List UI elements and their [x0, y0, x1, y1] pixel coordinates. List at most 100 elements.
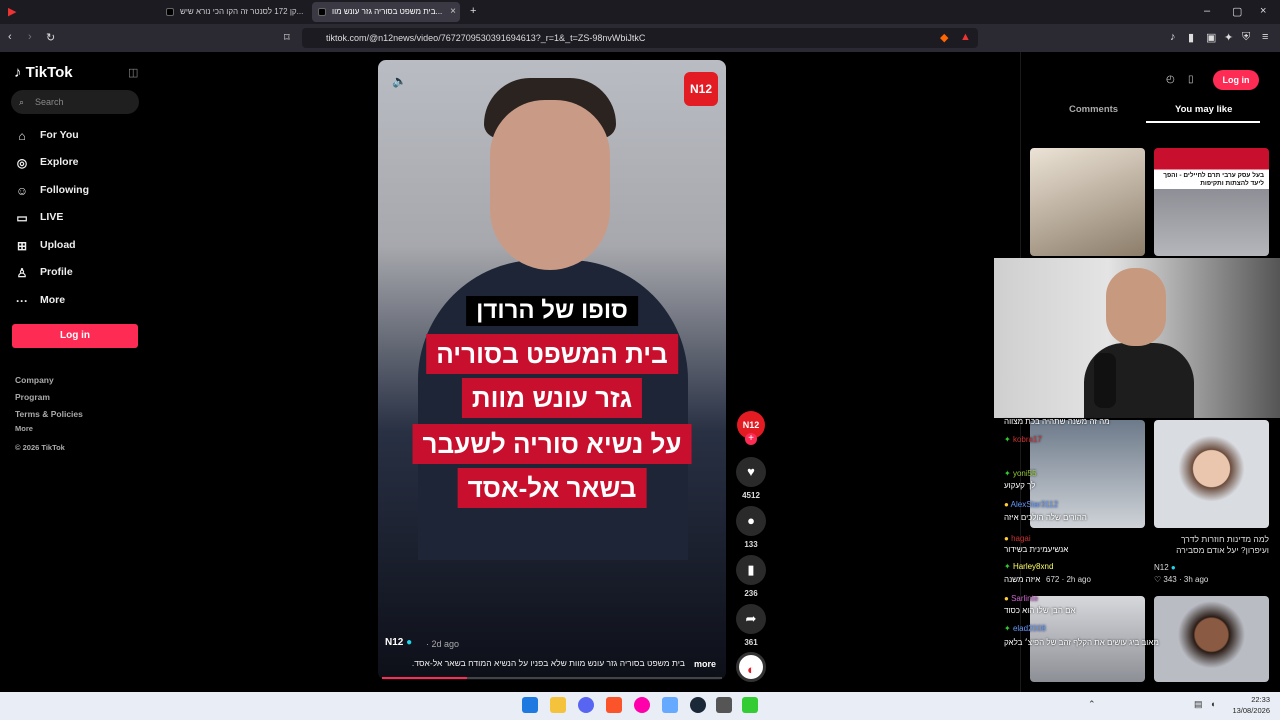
like-button[interactable]: ♥ — [736, 457, 766, 487]
close-window-icon[interactable]: × — [1260, 5, 1266, 17]
tiktok-favicon-icon — [166, 8, 174, 16]
video-description: בית משפט בסוריה גזר עונש מוות שלא בפניו … — [411, 658, 685, 668]
footer-link-program[interactable]: Program — [15, 392, 50, 402]
browser-tab-inactive[interactable]: קן 172 לסנטר זה הקו הכי נורא שיש... — [160, 2, 308, 22]
nav-upload[interactable]: ⊞ Upload — [14, 236, 76, 254]
footer-link-more[interactable]: More — [15, 424, 33, 433]
search-input[interactable]: ⌕ Search — [11, 90, 139, 114]
volume-icon[interactable]: 🔈 — [392, 74, 407, 88]
steam-icon[interactable] — [690, 697, 706, 713]
streamer-webcam-overlay — [994, 258, 1280, 418]
tray-network-icon[interactable]: ▤ — [1194, 699, 1203, 710]
nav-profile[interactable]: ♙ Profile — [14, 263, 73, 281]
recommended-video-thumb[interactable] — [1154, 596, 1269, 682]
ai-icon[interactable]: ✦ — [1224, 31, 1233, 44]
share-icon: ➦ — [745, 611, 757, 626]
save-count: 236 — [744, 589, 758, 598]
url-input[interactable]: tiktok.com/@n12news/video/76727095303916… — [302, 28, 978, 48]
comment-button[interactable]: ● — [736, 506, 766, 536]
forward-icon[interactable]: › — [28, 31, 32, 43]
wallet-icon[interactable]: ▣ — [1206, 31, 1216, 44]
more-icon: ··· — [16, 294, 28, 308]
tab-you-may-like[interactable]: You may like — [1175, 104, 1232, 115]
video-caption-line: על נשיא סוריה לשעבר — [412, 424, 692, 464]
follow-plus-icon[interactable]: + — [745, 433, 757, 445]
taskbar-clock[interactable]: 22:33 13/08/2026 — [1226, 694, 1270, 716]
share-count: 361 — [744, 638, 758, 647]
video-player[interactable]: 🔈 N12 סופו של הרודן בית המשפט בסוריה גזר… — [378, 60, 726, 680]
tray-volume-icon[interactable]: ◖ — [1210, 699, 1215, 709]
share-button[interactable]: ➦ — [736, 604, 766, 634]
chat-message: ● hagai — [1004, 534, 1031, 543]
activity-icon[interactable]: ◴ — [1166, 74, 1175, 85]
back-icon[interactable]: ‹ — [8, 31, 12, 43]
recommended-video-thumb[interactable] — [1030, 148, 1145, 256]
verified-icon: ● — [1170, 563, 1176, 572]
comment-count: 133 — [744, 540, 758, 549]
recommended-caption: למה מדינות חוזרות לדרך ועיפרון? יעל אודם… — [1176, 534, 1269, 555]
bookmark-icon: ▮ — [747, 562, 755, 577]
recommended-video-thumb[interactable] — [1030, 420, 1145, 528]
bookmark-icon[interactable]: ⌑ — [284, 31, 290, 44]
music-icon[interactable]: ♪ — [1170, 31, 1176, 43]
browser-tab-active[interactable]: בית משפט בסוריה גזר עונש מוו... × — [312, 2, 460, 22]
minimize-icon[interactable]: – — [1204, 5, 1210, 17]
app-icon[interactable] — [662, 697, 678, 713]
recommended-author[interactable]: N12 ● — [1154, 563, 1176, 572]
tiktok-favicon-icon — [318, 8, 326, 16]
chat-message: לך קעקוע — [1004, 481, 1036, 490]
video-caption-line: סופו של הרודן — [466, 296, 638, 326]
tab-underline — [1146, 121, 1260, 123]
chat-badge-icon: ● — [1004, 534, 1012, 543]
sidebar-toggle-icon[interactable]: ▮ — [1188, 31, 1194, 44]
browser-menu-icon[interactable]: ▶ — [8, 5, 16, 18]
nav-live[interactable]: ▭ LIVE — [14, 208, 63, 226]
video-caption-line: גזר עונש מוות — [461, 378, 643, 418]
video-author[interactable]: N12 ● — [385, 637, 412, 648]
hamburger-menu-icon[interactable]: ≡ — [1262, 31, 1268, 43]
brave-shield-icon[interactable]: ◆ — [940, 31, 948, 44]
nav-more[interactable]: ··· More — [14, 291, 65, 309]
reload-icon[interactable]: ↻ — [46, 31, 55, 44]
save-button[interactable]: ▮ — [736, 555, 766, 585]
nav-following[interactable]: ☺ Following — [14, 181, 89, 199]
nav-explore[interactable]: ◎ Explore — [14, 153, 79, 171]
chat-message: ✦ Harley8xnd — [1004, 562, 1054, 571]
windows-start-icon[interactable] — [522, 697, 538, 713]
app-icon[interactable] — [742, 697, 758, 713]
vpn-icon[interactable]: ⛨ — [1242, 31, 1250, 44]
verified-icon: ● — [406, 637, 413, 648]
new-tab-icon[interactable]: + — [470, 5, 476, 17]
login-button[interactable]: Log in — [12, 324, 138, 348]
footer-link-company[interactable]: Company — [15, 375, 54, 385]
chat-badge-icon: ✦ — [1004, 469, 1013, 478]
close-tab-icon[interactable]: × — [450, 2, 456, 22]
footer-link-terms[interactable]: Terms & Policies — [15, 409, 83, 419]
video-progress-bar[interactable] — [382, 677, 722, 679]
search-icon: ⌕ — [19, 97, 25, 107]
chat-message: ✦ elad2008 — [1004, 624, 1046, 633]
tray-chevron-icon[interactable]: ⌃ — [1088, 699, 1096, 710]
tab-comments[interactable]: Comments — [1069, 104, 1118, 115]
app-icon[interactable] — [716, 697, 732, 713]
nav-for-you[interactable]: ⌂ For You — [14, 126, 78, 144]
collapse-sidebar-icon[interactable]: ◫ — [128, 66, 138, 79]
tiktok-logo[interactable]: ♪ TikTok — [14, 64, 73, 81]
discord-icon[interactable] — [578, 697, 594, 713]
video-posted-time: · 2d ago — [426, 639, 460, 649]
chat-message: מאוב ביג עושים את הקלף זהב של הפיצ׳ בלאק — [1004, 638, 1159, 647]
maximize-icon[interactable]: ▢ — [1232, 5, 1242, 18]
app-icon[interactable] — [634, 697, 650, 713]
browser-address-bar: ‹ › ↻ ⌑ tiktok.com/@n12news/video/767270… — [0, 24, 1280, 52]
chat-message: ● AlexStar3112 — [1004, 500, 1059, 509]
recommended-video-thumb[interactable]: בעל עסק ערבי תרם לחיילים - והפך ליעד להצ… — [1154, 148, 1269, 256]
brave-browser-icon[interactable] — [606, 697, 622, 713]
description-more-link[interactable]: more — [694, 659, 716, 669]
header-login-button[interactable]: Log in — [1213, 70, 1259, 90]
file-explorer-icon[interactable] — [550, 697, 566, 713]
sound-disc-button[interactable]: ◐ — [736, 652, 766, 682]
brave-rewards-icon[interactable]: ▲ — [960, 31, 971, 43]
device-icon[interactable]: ▯ — [1188, 74, 1194, 85]
recommended-video-thumb[interactable] — [1154, 420, 1269, 528]
recommended-stats: ♡ 343 · 3h ago — [1154, 575, 1209, 584]
